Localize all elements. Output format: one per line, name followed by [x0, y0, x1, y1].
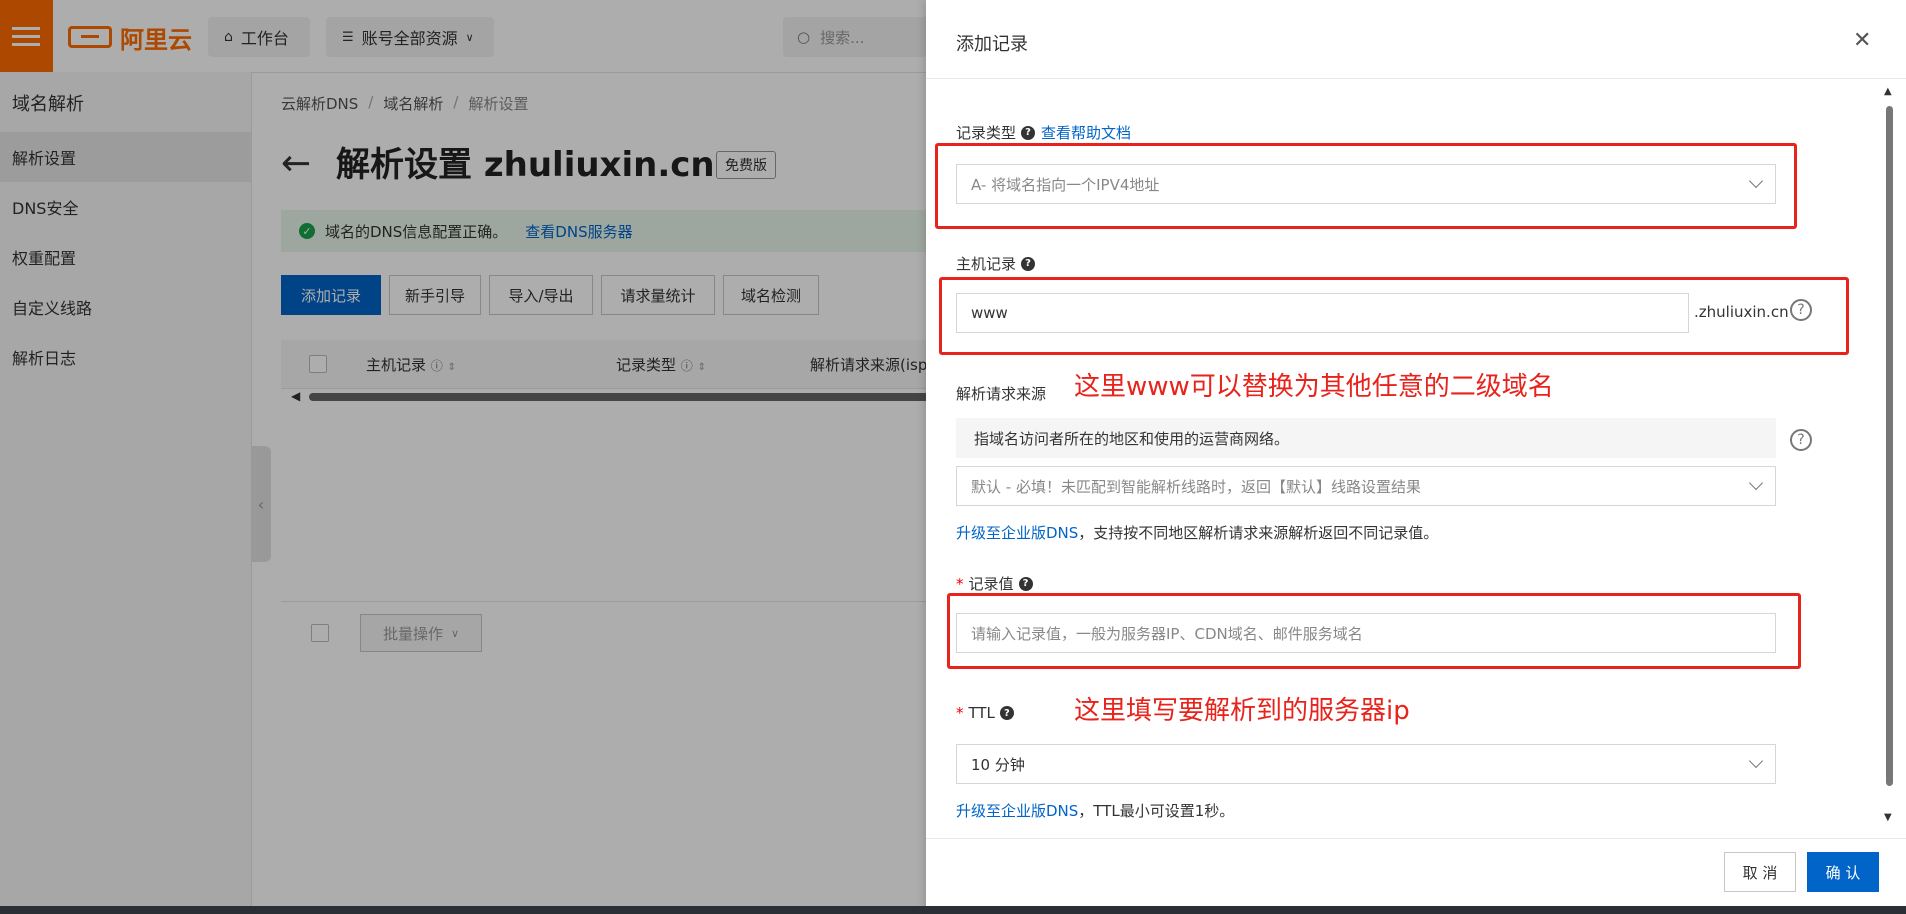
field-label: TTL — [968, 704, 995, 722]
field-label: 主机记录 — [956, 255, 1017, 273]
host-record-input[interactable]: www — [956, 293, 1689, 333]
upgrade-enterprise-link[interactable]: 升级至企业版DNS — [956, 802, 1078, 820]
host-record-label: 主机记录 ? — [956, 253, 1036, 274]
scroll-up-icon[interactable]: ▲ — [1884, 86, 1892, 97]
field-label: 记录类型 — [956, 124, 1017, 142]
button-label: 取 消 — [1742, 863, 1778, 882]
chevron-down-icon — [1748, 475, 1764, 491]
chevron-down-icon — [1748, 173, 1764, 189]
confirm-button[interactable]: 确 认 — [1807, 852, 1879, 892]
ttl-select[interactable]: 10 分钟 — [956, 744, 1776, 784]
record-type-label: 记录类型 ? 查看帮助文档 — [956, 122, 1131, 143]
annotation-host-text: 这里www可以替换为其他任意的二级域名 — [1074, 372, 1554, 402]
chevron-down-icon — [1748, 753, 1764, 769]
selected-value: 10 分钟 — [971, 755, 1025, 774]
help-icon[interactable]: ? — [1018, 576, 1033, 591]
help-circle-icon[interactable]: ? — [1790, 299, 1812, 321]
drawer-footer-divider — [926, 838, 1906, 839]
cancel-button[interactable]: 取 消 — [1724, 852, 1796, 892]
ttl-upgrade-hint: 升级至企业版DNS，TTL最小可设置1秒。 — [956, 800, 1234, 821]
selected-value: A- 将域名指向一个IPV4地址 — [971, 175, 1160, 194]
drawer-header — [926, 0, 1906, 79]
upgrade-hint: 升级至企业版DNS，支持按不同地区解析请求来源解析返回不同记录值。 — [956, 522, 1438, 543]
button-label: 确 认 — [1825, 863, 1861, 882]
upgrade-hint-text: ，支持按不同地区解析请求来源解析返回不同记录值。 — [1078, 524, 1439, 542]
help-icon[interactable]: ? — [1021, 125, 1036, 140]
request-source-select[interactable]: 默认 - 必填！未匹配到智能解析线路时，返回【默认】线路设置结果 — [956, 466, 1776, 506]
required-marker: * — [956, 574, 964, 593]
help-icon[interactable]: ? — [1021, 256, 1036, 271]
record-value-input[interactable]: 请输入记录值，一般为服务器IP、CDN域名、邮件服务域名 — [956, 613, 1776, 653]
upgrade-enterprise-link[interactable]: 升级至企业版DNS — [956, 524, 1078, 542]
request-source-label: 解析请求来源 — [956, 385, 1047, 403]
domain-suffix: .zhuliuxin.cn — [1694, 303, 1789, 321]
drawer-vertical-scrollbar[interactable]: ▲ ▼ — [1883, 86, 1895, 826]
help-icon[interactable]: ? — [999, 706, 1014, 720]
drawer-title: 添加记录 — [956, 34, 1028, 55]
annotation-value-text: 这里填写要解析到的服务器ip — [1074, 696, 1410, 726]
scroll-down-icon[interactable]: ▼ — [1884, 812, 1892, 823]
input-placeholder: 请输入记录值，一般为服务器IP、CDN域名、邮件服务域名 — [971, 624, 1363, 643]
description-text: 指域名访问者所在的地区和使用的运营商网络。 — [974, 429, 1290, 448]
record-value-label: * 记录值 ? — [956, 573, 1033, 594]
close-icon[interactable]: ✕ — [1853, 30, 1871, 52]
required-marker: * — [956, 704, 964, 722]
request-source-description: 指域名访问者所在的地区和使用的运营商网络。 — [956, 418, 1776, 458]
field-label: 记录值 — [968, 575, 1014, 593]
upgrade-hint-text: ，TTL最小可设置1秒。 — [1078, 802, 1235, 820]
scrollbar-thumb[interactable] — [1886, 106, 1893, 786]
selected-value: 默认 - 必填！未匹配到智能解析线路时，返回【默认】线路设置结果 — [971, 477, 1421, 496]
modal-backdrop[interactable] — [0, 0, 926, 914]
ttl-label: * TTL ? — [956, 704, 1014, 722]
record-type-select[interactable]: A- 将域名指向一个IPV4地址 — [956, 164, 1776, 204]
help-circle-icon[interactable]: ? — [1790, 429, 1812, 451]
help-docs-link[interactable]: 查看帮助文档 — [1041, 122, 1131, 143]
input-value: www — [971, 304, 1008, 322]
taskbar-strip — [0, 906, 1906, 914]
